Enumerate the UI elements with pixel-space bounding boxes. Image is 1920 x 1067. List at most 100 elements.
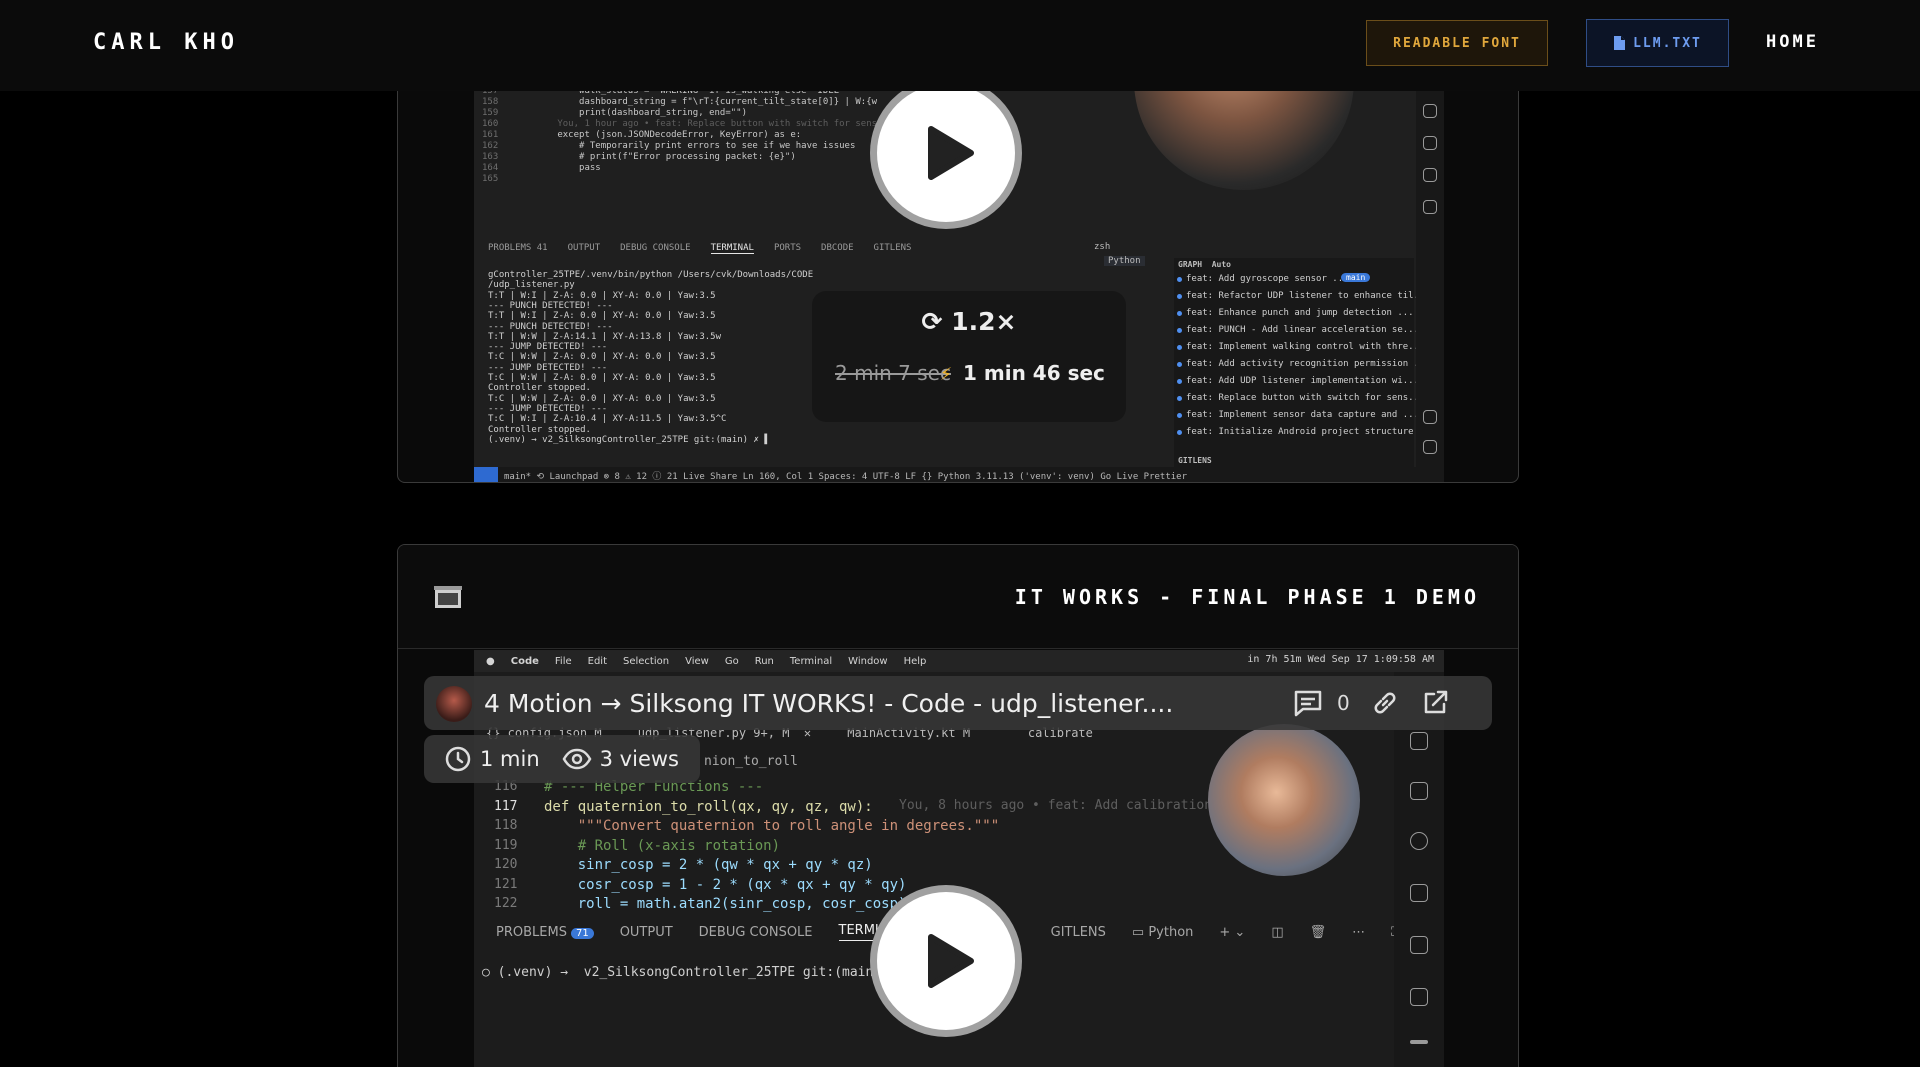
settings-gear-icon[interactable] bbox=[1423, 440, 1437, 454]
problems-badge: 71 bbox=[570, 927, 594, 939]
git-commit-item[interactable]: feat: Enhance punch and jump detection .… bbox=[1177, 308, 1414, 318]
terminal-line: --- JUMP DETECTED! --- bbox=[488, 403, 608, 414]
split-icon[interactable]: ◫ bbox=[1271, 925, 1283, 940]
menu-item[interactable]: Selection bbox=[623, 656, 669, 667]
menu-item[interactable]: View bbox=[685, 656, 709, 667]
extensions-icon[interactable] bbox=[1410, 936, 1428, 954]
original-duration: 2 min 7 sec bbox=[835, 361, 951, 385]
git-commit-item[interactable]: feat: Implement walking control with thr… bbox=[1176, 342, 1424, 352]
panel-tab[interactable]: PORTS bbox=[774, 243, 801, 253]
git-commit-item[interactable]: feat: PUNCH - Add linear acceleration se… bbox=[1177, 325, 1419, 335]
video-title[interactable]: 4 Motion → Silksong IT WORKS! - Code - u… bbox=[484, 689, 1173, 718]
line-number: 118 bbox=[494, 818, 518, 833]
speed-icon: ⟳ bbox=[921, 307, 952, 336]
menu-item[interactable]: Terminal bbox=[790, 656, 832, 667]
terminal-line: gController_25TPE/.venv/bin/python /User… bbox=[488, 270, 814, 280]
menu-item[interactable]: Window bbox=[848, 656, 887, 667]
terminal-python-selector[interactable]: ▭ Python bbox=[1132, 925, 1193, 940]
timeline-icon[interactable] bbox=[1423, 200, 1437, 214]
panel-tab[interactable]: PROBLEMS 41 bbox=[488, 243, 548, 253]
remote-indicator[interactable] bbox=[474, 467, 498, 482]
readable-font-button[interactable]: READABLE FONT bbox=[1366, 20, 1548, 66]
terminal-python-label: Python bbox=[1148, 924, 1194, 940]
code-line: # Temporarily print errors to see if we … bbox=[514, 141, 856, 151]
copy-icon[interactable] bbox=[1410, 732, 1428, 750]
status-bar-text: main* ⟲ Launchpad ⊗ 8 ⚠ 12 ⓘ 21 Live Sha… bbox=[504, 471, 1188, 482]
llm-txt-button[interactable]: LLM.TXT bbox=[1586, 19, 1729, 67]
line-number: 120 bbox=[494, 857, 518, 872]
apple-icon[interactable]: ● bbox=[486, 656, 495, 667]
more-actions-icon[interactable] bbox=[1410, 1040, 1428, 1044]
play-button-1[interactable] bbox=[870, 77, 1022, 229]
terminal-shell-zsh: zsh bbox=[1094, 242, 1111, 252]
git-commit-item[interactable]: feat: Add activity recognition permissio… bbox=[1177, 359, 1430, 369]
author-avatar[interactable] bbox=[436, 686, 472, 722]
tab-output[interactable]: OUTPUT bbox=[620, 925, 673, 940]
nav-home-link[interactable]: HOME bbox=[1766, 32, 1819, 52]
line-number: 122 bbox=[494, 896, 518, 911]
panel-tab[interactable]: DBCODE bbox=[821, 243, 854, 253]
git-commit-item[interactable]: feat: Initialize Android project structu… bbox=[1177, 427, 1441, 437]
llm-txt-label: LLM.TXT bbox=[1633, 35, 1702, 51]
speed-value: 1.2× bbox=[951, 307, 1017, 336]
git-commit-item[interactable]: feat: Implement sensor data capture and … bbox=[1177, 410, 1419, 420]
breadcrumb: nion_to_roll bbox=[704, 754, 798, 769]
run-icon[interactable] bbox=[1423, 136, 1437, 150]
terminal-window-icon bbox=[434, 586, 462, 608]
terminal-line: T:T | W:I | Z-A: 0.0 | XY-A: 0.0 | Yaw:3… bbox=[488, 290, 716, 301]
git-commit-item[interactable]: feat: Replace button with switch for sen… bbox=[1176, 393, 1424, 403]
menu-item[interactable]: File bbox=[555, 656, 572, 667]
menu-item[interactable]: Run bbox=[755, 656, 774, 667]
code-line: You, 1 hour ago • feat: Replace button w… bbox=[514, 119, 878, 129]
line-number: 159 bbox=[482, 108, 499, 118]
view-count: 3 views bbox=[599, 747, 679, 771]
video-card-1: 155 peak_yaw_rate = 0.0 # Reset after ac… bbox=[397, 60, 1519, 483]
terminal-line: T:C | W:W | Z-A: 0.0 | XY-A: 0.0 | Yaw:3… bbox=[488, 393, 716, 404]
menu-item[interactable]: Help bbox=[904, 656, 927, 667]
remote-icon[interactable] bbox=[1423, 168, 1437, 182]
copilot-icon[interactable] bbox=[1410, 782, 1428, 800]
menu-item[interactable]: Edit bbox=[588, 656, 607, 667]
menu-item[interactable]: Go bbox=[725, 656, 739, 667]
add-terminal-icon[interactable]: + ⌄ bbox=[1219, 925, 1245, 940]
comments-button[interactable]: 0 bbox=[1293, 689, 1350, 717]
code-line: # print(f"Error processing packet: {e}") bbox=[514, 152, 796, 162]
card-header: IT WORKS - FINAL PHASE 1 DEMO bbox=[398, 545, 1518, 649]
speed-info-overlay: ⟳ 1.2× 2 min 7 sec ⚡ 1 min 46 sec bbox=[812, 291, 1126, 422]
tab-gitlens[interactable]: GITLENS bbox=[1051, 925, 1106, 940]
github-icon[interactable] bbox=[1423, 104, 1437, 118]
comment-count: 0 bbox=[1337, 691, 1350, 715]
panel-tab[interactable]: OUTPUT bbox=[568, 243, 601, 253]
git-graph-panel: GRAPH Auto feat: Add gyroscope sensor ..… bbox=[1174, 258, 1441, 468]
eye-icon bbox=[562, 748, 592, 770]
account-icon[interactable] bbox=[1423, 410, 1437, 424]
activity-bar bbox=[1416, 60, 1444, 482]
git-commit-item[interactable]: feat: Add UDP listener implementation wi… bbox=[1177, 376, 1419, 386]
link-icon[interactable] bbox=[1370, 688, 1400, 718]
source-control-icon[interactable] bbox=[1410, 884, 1428, 902]
git-commit-item[interactable]: feat: Add gyroscope sensor ... bbox=[1177, 274, 1349, 284]
line-number: 158 bbox=[482, 97, 499, 107]
search-icon[interactable] bbox=[1410, 832, 1428, 850]
tab-debug-console[interactable]: DEBUG CONSOLE bbox=[699, 925, 813, 940]
terminal-line: /udp_listener.py bbox=[488, 280, 575, 291]
terminal-line: T:T | W:I | Z-A: 0.0 | XY-A: 0.0 | Yaw:3… bbox=[488, 311, 716, 322]
terminal-line: Controller stopped. bbox=[488, 424, 591, 435]
external-link-icon[interactable] bbox=[1420, 688, 1450, 718]
code-line: def quaternion_to_roll(qx, qy, qz, qw): bbox=[544, 798, 873, 815]
trash-icon[interactable]: 🗑 bbox=[1310, 925, 1327, 940]
figma-icon-2[interactable] bbox=[1410, 988, 1428, 1006]
line-number: 165 bbox=[482, 174, 499, 184]
site-brand[interactable]: CARL KHO bbox=[93, 30, 239, 55]
panel-tab[interactable]: DEBUG CONSOLE bbox=[620, 243, 690, 253]
terminal-prompt: ○ (.venv) → v2_SilksongController_25TPE … bbox=[482, 965, 897, 980]
code-line: pass bbox=[514, 163, 601, 173]
panel-tab[interactable]: TERMINAL bbox=[710, 243, 754, 254]
line-number: 163 bbox=[482, 152, 499, 162]
git-commit-item[interactable]: feat: Refactor UDP listener to enhance t… bbox=[1177, 291, 1430, 301]
play-button-2[interactable] bbox=[870, 885, 1022, 1037]
more-icon[interactable]: ⋯ bbox=[1352, 925, 1365, 940]
tab-problems[interactable]: PROBLEMS 71 bbox=[496, 925, 594, 940]
panel-tab[interactable]: GITLENS bbox=[874, 243, 912, 253]
menu-item[interactable]: Code bbox=[511, 656, 539, 667]
